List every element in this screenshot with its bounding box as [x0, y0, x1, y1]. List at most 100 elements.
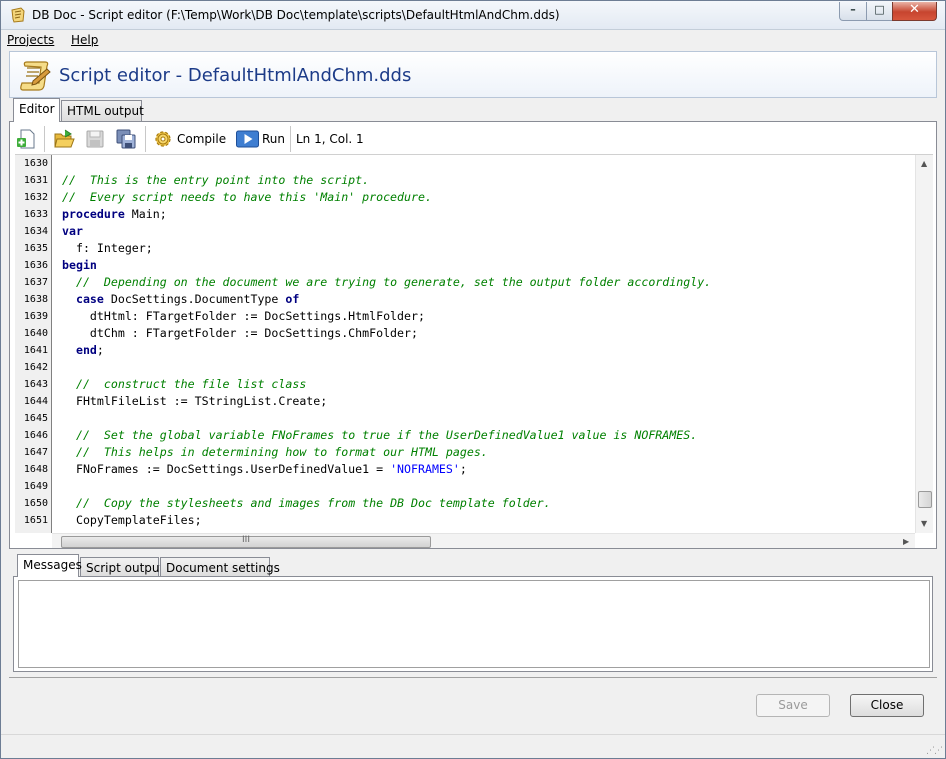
- menu-projects[interactable]: Projects: [7, 33, 54, 47]
- comment: // Every script needs to have this 'Main…: [62, 190, 432, 204]
- code-token: ;: [459, 462, 467, 476]
- line-number: 1630: [23, 158, 48, 169]
- gear-icon: [155, 131, 171, 147]
- code-token: f: Integer;: [62, 241, 153, 255]
- code-line: // Every script needs to have this 'Main…: [62, 189, 914, 206]
- vertical-scrollbar[interactable]: ▲ ▼: [915, 155, 933, 533]
- code-token: Main;: [124, 207, 167, 221]
- code-line: dtHtml: FTargetFolder := DocSettings.Htm…: [62, 308, 914, 325]
- keyword: case: [75, 292, 104, 306]
- line-number: 1650: [23, 498, 48, 509]
- menu-help[interactable]: Help: [71, 33, 98, 47]
- save-icon: [86, 130, 104, 148]
- compile-button[interactable]: Compile: [152, 127, 226, 151]
- tab-html-output[interactable]: HTML output: [61, 100, 144, 122]
- tab-editor[interactable]: Editor: [13, 98, 60, 122]
- open-button[interactable]: [53, 127, 75, 151]
- line-number: 1646: [23, 430, 48, 441]
- tab-document-settings[interactable]: Document settings: [160, 557, 280, 577]
- code-line: case DocSettings.DocumentType of: [62, 291, 914, 308]
- code-line: procedure Main;: [62, 206, 914, 223]
- keyword: procedure: [62, 207, 125, 221]
- script-editor-window: DB Doc - Script editor (F:\Temp\Work\DB …: [0, 0, 946, 759]
- close-window-button[interactable]: ✕: [892, 2, 937, 21]
- line-number: 1639: [23, 311, 48, 322]
- code-line: dtChm : FTargetFolder := DocSettings.Chm…: [62, 325, 914, 342]
- line-number: 1632: [23, 192, 48, 203]
- code-token: DocSettings.DocumentType: [103, 292, 286, 306]
- new-button[interactable]: [15, 127, 37, 151]
- line-number: 1631: [23, 175, 48, 186]
- line-number: 1643: [23, 379, 48, 390]
- messages-list[interactable]: [18, 580, 930, 668]
- scroll-up-icon[interactable]: ▲: [921, 159, 927, 168]
- compile-label: Compile: [177, 132, 227, 146]
- code-line: FHtmlFileList := TStringList.Create;: [62, 393, 914, 410]
- save-button[interactable]: Save: [756, 694, 830, 717]
- status-bar: ⋰⋰: [1, 734, 945, 758]
- comment: // Depending on the document we are tryi…: [75, 275, 712, 289]
- line-number-gutter: 1630 1631 1632 1633 1634 1635 1636 1637 1638 1639…: [15, 155, 51, 533]
- line-number: 1634: [23, 226, 48, 237]
- line-number: 1635: [23, 243, 48, 254]
- vertical-scroll-thumb[interactable]: [918, 491, 932, 508]
- code-line: begin: [62, 257, 914, 274]
- line-number: 1652: [15, 529, 51, 533]
- toolbar-separator: [290, 126, 291, 152]
- horizontal-scroll-thumb[interactable]: III: [61, 535, 431, 548]
- keyword: var: [62, 224, 83, 238]
- scroll-down-icon[interactable]: ▼: [921, 519, 927, 528]
- maximize-button[interactable]: □: [866, 2, 893, 21]
- save-all-icon: [116, 129, 136, 149]
- close-button[interactable]: Close: [850, 694, 924, 717]
- save-all-button[interactable]: [115, 127, 137, 151]
- line-number: 1633: [23, 209, 48, 220]
- code-line: f: Integer;: [62, 240, 914, 257]
- new-file-icon: [17, 129, 35, 149]
- minimize-button[interactable]: –: [839, 2, 867, 21]
- code-line: // Set the global variable FNoFrames to …: [62, 427, 914, 444]
- tab-script-output[interactable]: Script output: [80, 557, 164, 577]
- keyword: begin: [62, 258, 97, 272]
- code-text[interactable]: // This is the entry point into the scri…: [62, 155, 914, 533]
- comment: // Set the global variable FNoFrames to …: [75, 428, 698, 442]
- resize-grip-icon[interactable]: ⋰⋰: [926, 746, 943, 756]
- line-number: 1649: [23, 481, 48, 492]
- tab-messages[interactable]: Messages: [17, 554, 82, 577]
- keyword: of: [285, 292, 300, 306]
- run-button[interactable]: Run: [234, 127, 285, 151]
- code-editor[interactable]: 1630 1631 1632 1633 1634 1635 1636 1637 1638 1639…: [15, 154, 933, 548]
- line-number: 1644: [23, 396, 48, 407]
- code-token: dtChm : FTargetFolder := DocSettings.Chm…: [62, 326, 418, 340]
- code-token: dtHtml: FTargetFolder := DocSettings.Htm…: [62, 309, 425, 323]
- title-bar[interactable]: DB Doc - Script editor (F:\Temp\Work\DB …: [1, 1, 945, 30]
- page-header: Script editor - DefaultHtmlAndChm.dds: [9, 51, 937, 98]
- comment: // Copy the stylesheets and images from …: [75, 496, 551, 510]
- line-number: 1640: [23, 328, 48, 339]
- save-button-toolbar[interactable]: [84, 127, 106, 151]
- line-number: 1647: [23, 447, 48, 458]
- line-number: 1645: [23, 413, 48, 424]
- code-line: var: [62, 223, 914, 240]
- horizontal-scrollbar[interactable]: III ▶: [52, 533, 915, 548]
- comment: // This is the entry point into the scri…: [62, 173, 370, 187]
- comment: // construct the file list class: [75, 377, 307, 391]
- scroll-right-icon[interactable]: ▶: [903, 537, 909, 546]
- line-number: 1651: [23, 515, 48, 526]
- maximize-icon: □: [874, 3, 885, 16]
- code-token: FHtmlFileList := TStringList.Create;: [62, 394, 328, 408]
- comment: // This helps in determining how to form…: [75, 445, 488, 459]
- code-line: end;: [62, 342, 914, 359]
- code-line: // This helps in determining how to form…: [62, 444, 914, 461]
- scroll-grip-icon: III: [242, 535, 250, 545]
- minimize-icon: –: [850, 3, 856, 16]
- cursor-position: Ln 1, Col. 1: [296, 132, 364, 146]
- code-line: // construct the file list class: [62, 376, 914, 393]
